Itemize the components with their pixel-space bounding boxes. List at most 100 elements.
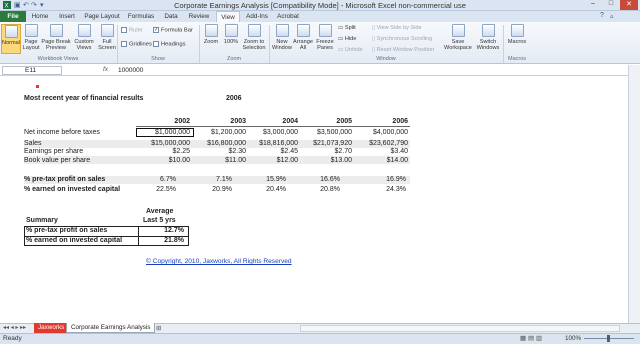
data-cell[interactable]: $3,000,000 xyxy=(244,129,298,137)
tab-page-layout[interactable]: Page Layout xyxy=(82,11,122,22)
ruler-checkbox[interactable]: Ruler xyxy=(121,27,143,34)
horizontal-scrollbar[interactable] xyxy=(300,325,620,332)
save-icon[interactable]: ▣ xyxy=(14,1,21,9)
formula-bar-checkbox[interactable]: ✓ Formula Bar xyxy=(153,27,193,34)
gridlines-checkbox[interactable]: Gridlines xyxy=(121,41,152,48)
data-cell[interactable]: $21,073,920 xyxy=(298,140,352,148)
data-cell[interactable]: $2.25 xyxy=(136,148,190,156)
minimize-button[interactable]: – xyxy=(584,0,602,10)
tab-insert[interactable]: Insert xyxy=(54,11,80,22)
pct-cell[interactable]: 15.9% xyxy=(244,176,286,184)
macros-button[interactable]: Macros xyxy=(506,24,528,45)
unhide-button[interactable]: ▭ Unhide xyxy=(338,47,363,53)
redo-icon[interactable]: ↷ xyxy=(31,1,37,9)
split-button[interactable]: ▭ Split xyxy=(338,25,356,31)
split-icon: ▭ xyxy=(338,25,345,31)
data-cell[interactable]: $13.00 xyxy=(298,157,352,165)
summary-header-period: Last 5 yrs xyxy=(143,217,176,224)
fx-icon[interactable]: fx xyxy=(103,66,108,73)
custom-views-button[interactable]: Custom Views xyxy=(72,24,96,51)
pct-cell[interactable]: 24.3% xyxy=(352,186,406,194)
help-icon[interactable]: ? xyxy=(600,12,604,19)
data-cell[interactable]: $18,816,000 xyxy=(244,140,298,148)
data-cell[interactable]: $2.45 xyxy=(244,148,298,156)
data-cell[interactable]: $10.00 xyxy=(136,157,190,165)
data-cell[interactable]: $11.00 xyxy=(192,157,246,165)
data-cell[interactable]: $23,602,790 xyxy=(352,140,408,148)
macros-group-label: Macros xyxy=(507,56,527,62)
formula-input[interactable]: 1000000 xyxy=(118,66,143,75)
insert-sheet-icon[interactable]: ⊞ xyxy=(156,324,161,332)
data-cell[interactable]: $1,200,000 xyxy=(192,129,246,137)
status-bar xyxy=(0,333,640,344)
tab-acrobat[interactable]: Acrobat xyxy=(274,11,302,22)
reset-window-position-button[interactable]: ▯ Reset Window Position xyxy=(372,47,434,53)
zoom-level[interactable]: 100% xyxy=(565,335,581,342)
sheet-nav-icons[interactable]: ◂◂ ◂ ▸ ▸▸ xyxy=(3,324,26,331)
pct-cell[interactable]: 20.8% xyxy=(298,186,340,194)
hide-button[interactable]: ▭ Hide xyxy=(338,36,356,42)
data-cell[interactable]: $1,000,000 xyxy=(136,129,190,137)
data-cell[interactable]: $4,000,000 xyxy=(352,129,408,137)
tab-view[interactable]: View xyxy=(216,11,240,22)
pct-cell[interactable]: 20.4% xyxy=(244,186,286,194)
normal-view-button[interactable]: Normal xyxy=(1,24,21,54)
data-cell[interactable]: $12.00 xyxy=(244,157,298,165)
zoom-slider-thumb[interactable] xyxy=(607,335,610,342)
freeze-panes-button[interactable]: Freeze Panes xyxy=(314,24,336,51)
data-cell[interactable]: $3.40 xyxy=(352,148,408,156)
data-cell[interactable]: $16,800,000 xyxy=(192,140,246,148)
tab-review[interactable]: Review xyxy=(184,11,214,22)
switch-windows-button[interactable]: Switch Windows xyxy=(474,24,502,51)
tab-data[interactable]: Data xyxy=(160,11,182,22)
pct-cell[interactable]: 22.5% xyxy=(136,186,176,194)
arrange-all-button[interactable]: Arrange All xyxy=(293,24,313,51)
new-window-button[interactable]: New Window xyxy=(272,24,292,51)
summary-value[interactable]: 21.8% xyxy=(140,237,184,245)
zoom-selection-icon xyxy=(247,24,261,37)
sheet-tab-jaxworks[interactable]: Jaxworks xyxy=(34,323,69,333)
page-break-preview-button[interactable]: Page Break Preview xyxy=(41,24,71,51)
vertical-scrollbar[interactable] xyxy=(628,65,640,323)
save-workspace-button[interactable]: Save Workspace xyxy=(443,24,473,51)
data-cell[interactable]: $2.70 xyxy=(298,148,352,156)
macros-icon xyxy=(510,24,524,37)
zoom-button[interactable]: Zoom xyxy=(202,24,220,45)
maximize-button[interactable]: □ xyxy=(602,0,620,10)
data-cell[interactable]: $3,500,000 xyxy=(298,129,352,137)
check-icon: ✓ xyxy=(153,27,159,33)
zoom-to-selection-button[interactable]: Zoom to Selection xyxy=(241,24,267,51)
pct-cell[interactable]: 6.7% xyxy=(136,176,176,184)
new-window-icon xyxy=(275,24,289,37)
synchronous-scrolling-button[interactable]: ▯ Synchronous Scrolling xyxy=(372,36,432,42)
view-side-by-side-button[interactable]: ▯ View Side by Side xyxy=(372,25,422,31)
undo-icon[interactable]: ↶ xyxy=(23,1,29,9)
gridlines-label: Gridlines xyxy=(129,41,152,48)
data-cell[interactable]: $2.30 xyxy=(192,148,246,156)
pct-cell[interactable]: 16.9% xyxy=(352,176,406,184)
worksheet[interactable] xyxy=(0,77,628,323)
close-button[interactable]: ✕ xyxy=(620,0,638,10)
ribbon-minimize-icon[interactable]: ▵ xyxy=(610,12,614,20)
tab-file[interactable]: File xyxy=(0,11,26,22)
sheet-tab-corporate-earnings[interactable]: Corporate Earnings Analysis xyxy=(66,323,156,333)
view-mode-icons[interactable]: ▦ ▤ ▥ xyxy=(520,334,542,342)
quick-access-dropdown-icon[interactable]: ▾ xyxy=(40,1,44,9)
freeze-panes-icon xyxy=(318,24,332,37)
tab-home[interactable]: Home xyxy=(28,11,52,22)
pct-cell[interactable]: 7.1% xyxy=(192,176,232,184)
summary-value[interactable]: 12.7% xyxy=(140,227,184,235)
data-cell[interactable]: $14.00 xyxy=(352,157,408,165)
data-cell[interactable]: $15,000,000 xyxy=(136,140,190,148)
name-box[interactable]: E11 xyxy=(2,66,62,75)
tab-add-ins[interactable]: Add-Ins xyxy=(242,11,272,22)
copyright-link[interactable]: © Copyright, 2010, Jaxworks, All Rights … xyxy=(146,258,292,265)
full-screen-button[interactable]: Full Screen xyxy=(97,24,117,51)
page-layout-view-button[interactable]: Page Layout xyxy=(22,24,40,51)
excel-app-icon[interactable]: X xyxy=(3,1,11,10)
pct-cell[interactable]: 16.6% xyxy=(298,176,340,184)
pct-cell[interactable]: 20.9% xyxy=(192,186,232,194)
tab-formulas[interactable]: Formulas xyxy=(124,11,158,22)
headings-checkbox[interactable]: Headings xyxy=(153,41,186,48)
zoom-100-button[interactable]: 100% xyxy=(222,24,240,45)
